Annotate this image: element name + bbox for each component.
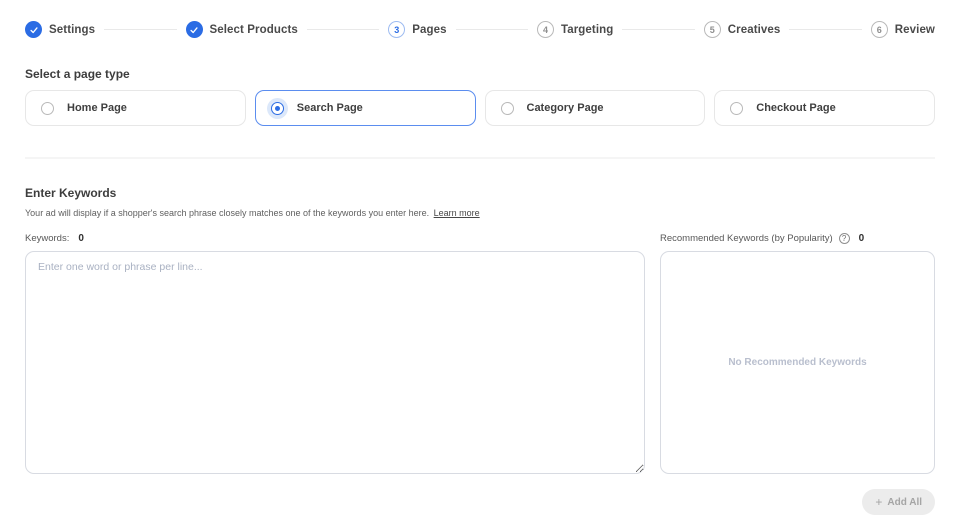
recommended-keywords-column: Recommended Keywords (by Popularity) ? 0…: [660, 232, 935, 479]
page-type-label: Category Page: [527, 102, 604, 114]
step-connector: [622, 29, 694, 30]
step-number-badge: 3: [388, 21, 405, 38]
step-label: Settings: [49, 24, 95, 36]
actions-row: + Add All: [25, 489, 935, 515]
step-review[interactable]: 6 Review: [871, 21, 935, 38]
step-number-badge: 6: [871, 21, 888, 38]
keywords-input[interactable]: [25, 251, 645, 474]
recommended-keywords-panel: No Recommended Keywords: [660, 251, 935, 474]
page-type-search[interactable]: Search Page: [255, 90, 476, 126]
step-number-badge: 4: [537, 21, 554, 38]
page-type-label: Search Page: [297, 102, 363, 114]
learn-more-link[interactable]: Learn more: [434, 208, 480, 218]
keywords-columns: Keywords: 0 Recommended Keywords (by Pop…: [25, 232, 935, 479]
step-connector: [307, 29, 379, 30]
keywords-description: Your ad will display if a shopper's sear…: [25, 208, 935, 218]
page-type-home[interactable]: Home Page: [25, 90, 246, 126]
help-icon[interactable]: ?: [839, 233, 850, 244]
step-select-products[interactable]: Select Products: [186, 21, 298, 38]
page-type-checkout[interactable]: Checkout Page: [714, 90, 935, 126]
recommended-empty-state: No Recommended Keywords: [728, 357, 866, 368]
keywords-description-text: Your ad will display if a shopper's sear…: [25, 208, 429, 218]
step-settings[interactable]: Settings: [25, 21, 95, 38]
radio-icon[interactable]: [41, 102, 54, 115]
step-label: Creatives: [728, 24, 781, 36]
keywords-heading: Enter Keywords: [25, 186, 935, 200]
recommended-count-row: Recommended Keywords (by Popularity) ? 0: [660, 232, 935, 245]
keywords-label: Keywords:: [25, 233, 69, 244]
step-number-badge: 5: [704, 21, 721, 38]
step-pages-current[interactable]: 3 Pages: [388, 21, 446, 38]
check-icon: [25, 21, 42, 38]
page-type-options: Home Page Search Page Category Page Chec…: [25, 90, 935, 126]
step-connector: [789, 29, 861, 30]
radio-icon[interactable]: [501, 102, 514, 115]
keywords-count-row: Keywords: 0: [25, 232, 645, 245]
page-type-heading: Select a page type: [25, 67, 935, 81]
page-type-label: Checkout Page: [756, 102, 835, 114]
add-all-button[interactable]: + Add All: [862, 489, 935, 515]
recommended-label: Recommended Keywords (by Popularity): [660, 233, 833, 244]
page-type-label: Home Page: [67, 102, 127, 114]
keywords-entry-column: Keywords: 0: [25, 232, 645, 479]
recommended-count: 0: [859, 233, 865, 244]
plus-icon: +: [875, 496, 882, 508]
step-connector: [104, 29, 176, 30]
page-type-category[interactable]: Category Page: [485, 90, 706, 126]
radio-selected-icon[interactable]: [271, 102, 284, 115]
step-creatives[interactable]: 5 Creatives: [704, 21, 781, 38]
section-divider: [25, 157, 935, 159]
check-icon: [186, 21, 203, 38]
step-connector: [456, 29, 528, 30]
add-all-label: Add All: [887, 497, 922, 508]
radio-icon[interactable]: [730, 102, 743, 115]
step-targeting[interactable]: 4 Targeting: [537, 21, 613, 38]
step-label: Targeting: [561, 24, 613, 36]
wizard-stepper: Settings Select Products 3 Pages 4 Targe…: [25, 0, 935, 38]
step-label: Review: [895, 24, 935, 36]
step-label: Select Products: [210, 24, 298, 36]
keywords-count: 0: [78, 233, 84, 244]
step-label: Pages: [412, 24, 446, 36]
pages-step-screen: Settings Select Products 3 Pages 4 Targe…: [0, 0, 960, 515]
